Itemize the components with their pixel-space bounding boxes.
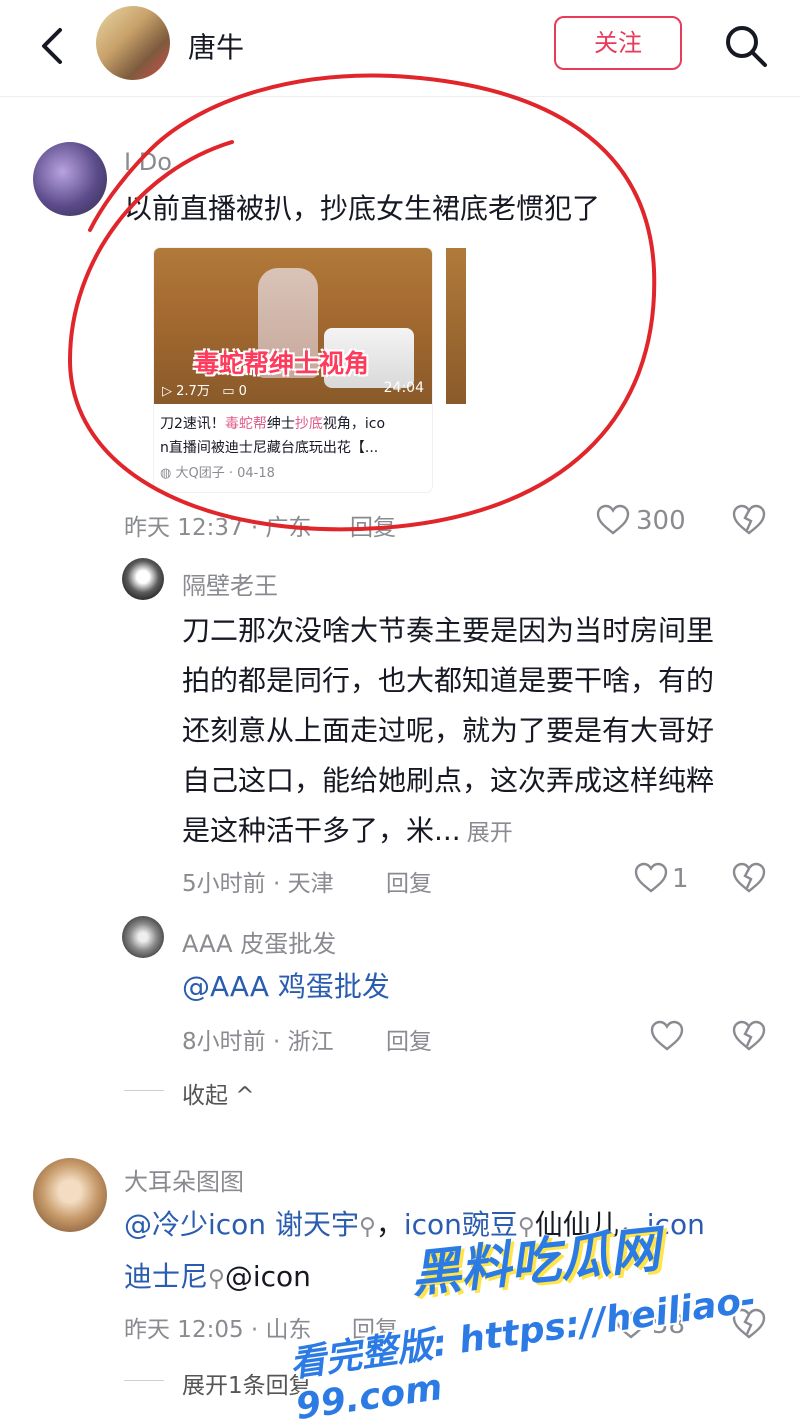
divider bbox=[124, 1090, 164, 1091]
reply-button[interactable]: 回复 bbox=[386, 1022, 432, 1056]
replier-name[interactable]: AAA 皮蛋批发 bbox=[182, 924, 336, 959]
replier-avatar[interactable] bbox=[122, 916, 164, 958]
divider bbox=[124, 1380, 164, 1381]
mention-link[interactable]: 迪士尼 bbox=[124, 1260, 208, 1293]
reply-button[interactable]: 回复 bbox=[386, 864, 432, 898]
reply-meta: 5小时前 · 天津 bbox=[182, 871, 334, 897]
reply-text: 刀二那次没啥大节奏主要是因为当时房间里 拍的都是同行，也大都知道是要干啥，有的 … bbox=[182, 614, 715, 847]
like-icon[interactable] bbox=[634, 862, 668, 898]
commenter-name[interactable]: 大耳朵图图 bbox=[124, 1162, 244, 1197]
annotation-circle bbox=[67, 73, 657, 532]
dislike-icon[interactable] bbox=[732, 862, 766, 898]
collapse-replies[interactable]: 收起 ^ bbox=[182, 1076, 255, 1110]
dislike-icon[interactable] bbox=[732, 1020, 766, 1056]
chevron-up-icon: ^ bbox=[228, 1083, 255, 1109]
expand-link[interactable]: 展开 bbox=[467, 820, 513, 846]
reply-meta: 8小时前 · 浙江 bbox=[182, 1029, 334, 1055]
like-count: 1 bbox=[672, 864, 689, 894]
like-icon[interactable] bbox=[650, 1020, 684, 1056]
replier-avatar[interactable] bbox=[122, 558, 164, 600]
commenter-avatar[interactable] bbox=[33, 1158, 107, 1232]
comment-meta: 昨天 12:05 · 山东 bbox=[124, 1317, 312, 1343]
replier-name[interactable]: 隔壁老王 bbox=[182, 566, 278, 601]
mention-link[interactable]: @冷少icon 谢天宇 bbox=[124, 1208, 359, 1241]
search-small-icon: ⚲ bbox=[358, 1214, 376, 1240]
search-small-icon: ⚲ bbox=[208, 1266, 225, 1292]
reply-text[interactable]: @AAA 鸡蛋批发 bbox=[182, 962, 390, 1012]
